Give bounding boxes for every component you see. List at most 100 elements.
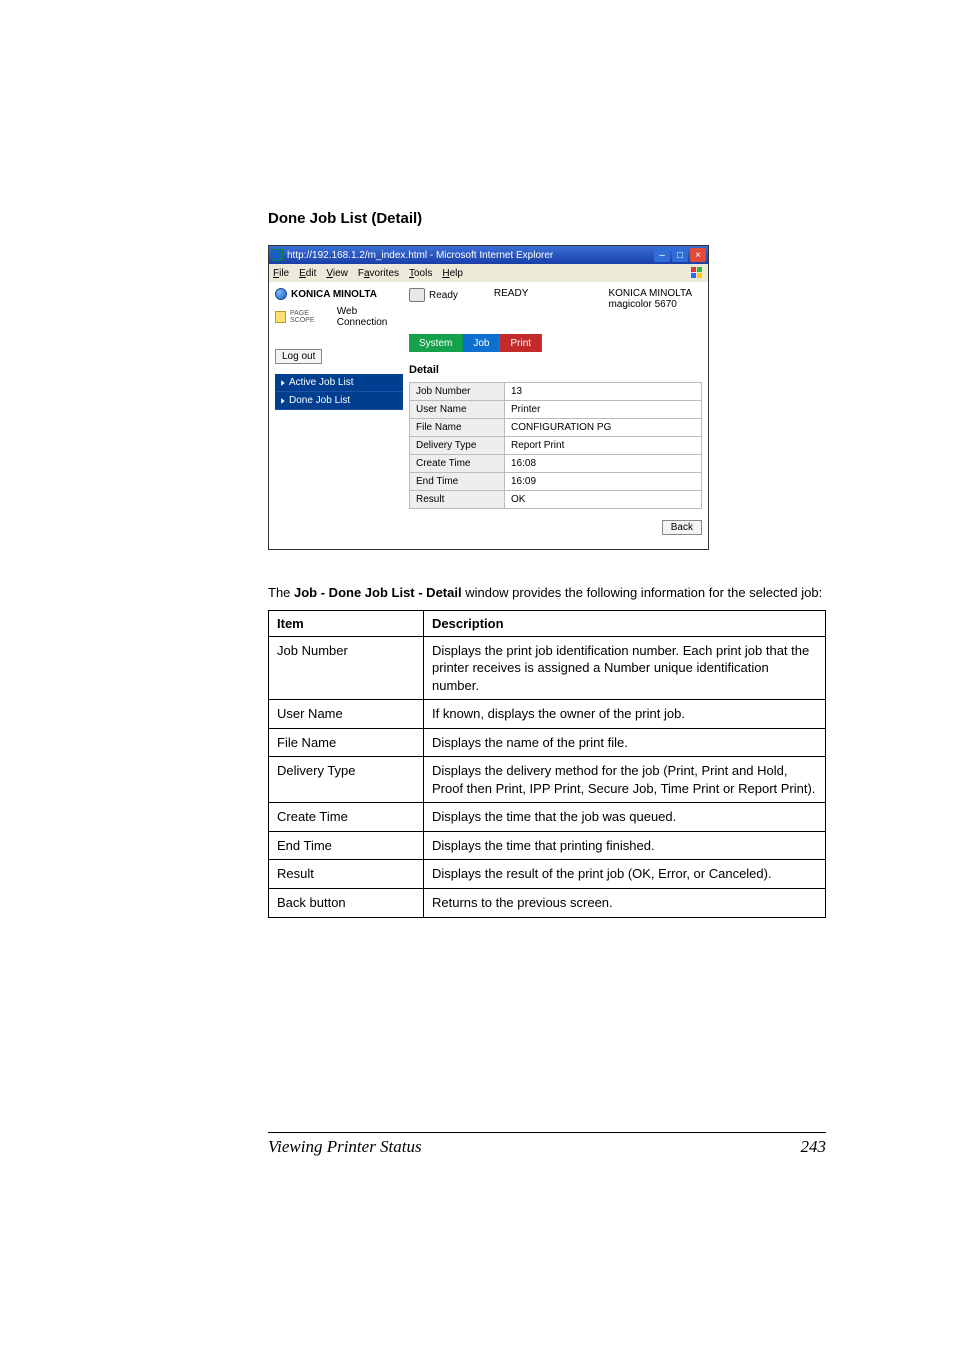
menu-favorites[interactable]: Favorites [358, 268, 399, 279]
menu-help[interactable]: Help [442, 268, 463, 279]
key-file-name: File Name [410, 419, 505, 437]
ie-icon [271, 249, 283, 261]
intro-bold: Job - Done Job List - Detail [294, 585, 462, 600]
maximize-button[interactable]: □ [672, 248, 688, 262]
detail-heading: Detail [409, 364, 702, 376]
description-table: Item Description Job NumberDisplays the … [268, 610, 826, 918]
key-user-name: User Name [410, 401, 505, 419]
val-create-time: 16:08 [505, 455, 702, 473]
tab-system[interactable]: System [409, 334, 463, 352]
globe-icon [275, 288, 287, 300]
table-row: Create TimeDisplays the time that the jo… [269, 803, 826, 832]
val-job-number: 13 [505, 383, 702, 401]
screenshot-panel: http://192.168.1.2/m_index.html - Micros… [268, 245, 709, 550]
pagescope-label: PAGE SCOPE Web Connection [275, 306, 403, 328]
cell-desc: Displays the delivery method for the job… [424, 757, 826, 803]
row-result: ResultOK [410, 491, 702, 509]
triangle-icon [281, 398, 285, 403]
cell-item: Job Number [269, 636, 424, 700]
window-buttons: – □ × [654, 248, 706, 262]
brand-logo: KONICA MINOLTA [275, 288, 403, 300]
row-file-name: File NameCONFIGURATION PG [410, 419, 702, 437]
row-user-name: User NamePrinter [410, 401, 702, 419]
th-item: Item [269, 610, 424, 636]
key-result: Result [410, 491, 505, 509]
footer-page-number: 243 [801, 1137, 827, 1157]
table-row: Job NumberDisplays the print job identif… [269, 636, 826, 700]
val-end-time: 16:09 [505, 473, 702, 491]
webconnection-text: Web Connection [337, 306, 403, 328]
detail-table: Job Number13 User NamePrinter File NameC… [409, 382, 702, 509]
nav-done-label: Done Job List [289, 395, 350, 406]
window-title: http://192.168.1.2/m_index.html - Micros… [287, 250, 654, 261]
close-button[interactable]: × [690, 248, 706, 262]
menu-edit[interactable]: Edit [299, 268, 316, 279]
side-nav: Active Job List Done Job List [275, 374, 403, 410]
table-row: ResultDisplays the result of the print j… [269, 860, 826, 889]
menu-tools[interactable]: Tools [409, 268, 432, 279]
cell-desc: Displays the time that printing finished… [424, 831, 826, 860]
menu-bar: File Edit View Favorites Tools Help [269, 264, 708, 282]
table-row: End TimeDisplays the time that printing … [269, 831, 826, 860]
nav-done-job-list[interactable]: Done Job List [275, 392, 403, 410]
ready-status: READY [494, 288, 528, 299]
table-row: Delivery TypeDisplays the delivery metho… [269, 757, 826, 803]
cell-desc: Displays the name of the print file. [424, 728, 826, 757]
table-row: User NameIf known, displays the owner of… [269, 700, 826, 729]
val-file-name: CONFIGURATION PG [505, 419, 702, 437]
intro-pre: The [268, 585, 294, 600]
val-result: OK [505, 491, 702, 509]
cell-desc: If known, displays the owner of the prin… [424, 700, 826, 729]
pagescope-prefix: PAGE SCOPE [290, 310, 331, 324]
cell-item: Delivery Type [269, 757, 424, 803]
windows-flag-icon [690, 266, 704, 280]
logout-button[interactable]: Log out [275, 349, 322, 364]
cell-item: End Time [269, 831, 424, 860]
nav-active-label: Active Job List [289, 377, 353, 388]
ready-label: Ready [429, 290, 458, 301]
tab-job[interactable]: Job [463, 334, 500, 352]
cell-desc: Displays the result of the print job (OK… [424, 860, 826, 889]
back-row: Back [409, 509, 702, 543]
row-delivery-type: Delivery TypeReport Print [410, 437, 702, 455]
cell-desc: Displays the time that the job was queue… [424, 803, 826, 832]
row-job-number: Job Number13 [410, 383, 702, 401]
window-titlebar: http://192.168.1.2/m_index.html - Micros… [269, 246, 708, 264]
table-row: File NameDisplays the name of the print … [269, 728, 826, 757]
menu-view[interactable]: View [326, 268, 348, 279]
nav-active-job-list[interactable]: Active Job List [275, 374, 403, 392]
cell-item: Create Time [269, 803, 424, 832]
key-job-number: Job Number [410, 383, 505, 401]
cell-item: Back button [269, 889, 424, 918]
key-create-time: Create Time [410, 455, 505, 473]
device-info: KONICA MINOLTA magicolor 5670 [608, 288, 692, 310]
footer-title: Viewing Printer Status [268, 1137, 422, 1157]
row-end-time: End Time16:09 [410, 473, 702, 491]
footer-rule [268, 1132, 826, 1133]
val-delivery-type: Report Print [505, 437, 702, 455]
cell-item: Result [269, 860, 424, 889]
minimize-button[interactable]: – [654, 248, 670, 262]
menu-file[interactable]: File [273, 268, 289, 279]
cell-item: File Name [269, 728, 424, 757]
cell-item: User Name [269, 700, 424, 729]
page-footer: Viewing Printer Status 243 [268, 1132, 826, 1157]
cell-desc: Displays the print job identification nu… [424, 636, 826, 700]
device-model: magicolor 5670 [608, 299, 692, 310]
tab-print[interactable]: Print [500, 334, 542, 352]
back-button[interactable]: Back [662, 520, 702, 535]
cell-desc: Returns to the previous screen. [424, 889, 826, 918]
table-row: Back buttonReturns to the previous scree… [269, 889, 826, 918]
triangle-icon [281, 380, 285, 385]
intro-paragraph: The Job - Done Job List - Detail window … [268, 584, 826, 602]
section-heading: Done Job List (Detail) [268, 210, 826, 227]
key-delivery-type: Delivery Type [410, 437, 505, 455]
th-description: Description [424, 610, 826, 636]
key-end-time: End Time [410, 473, 505, 491]
pagescope-icon [275, 311, 286, 323]
status-row: Ready READY KONICA MINOLTA magicolor 567… [409, 288, 702, 310]
val-user-name: Printer [505, 401, 702, 419]
intro-post: window provides the following informatio… [462, 585, 823, 600]
tab-bar: System Job Print [409, 334, 702, 352]
printer-icon [409, 288, 425, 302]
